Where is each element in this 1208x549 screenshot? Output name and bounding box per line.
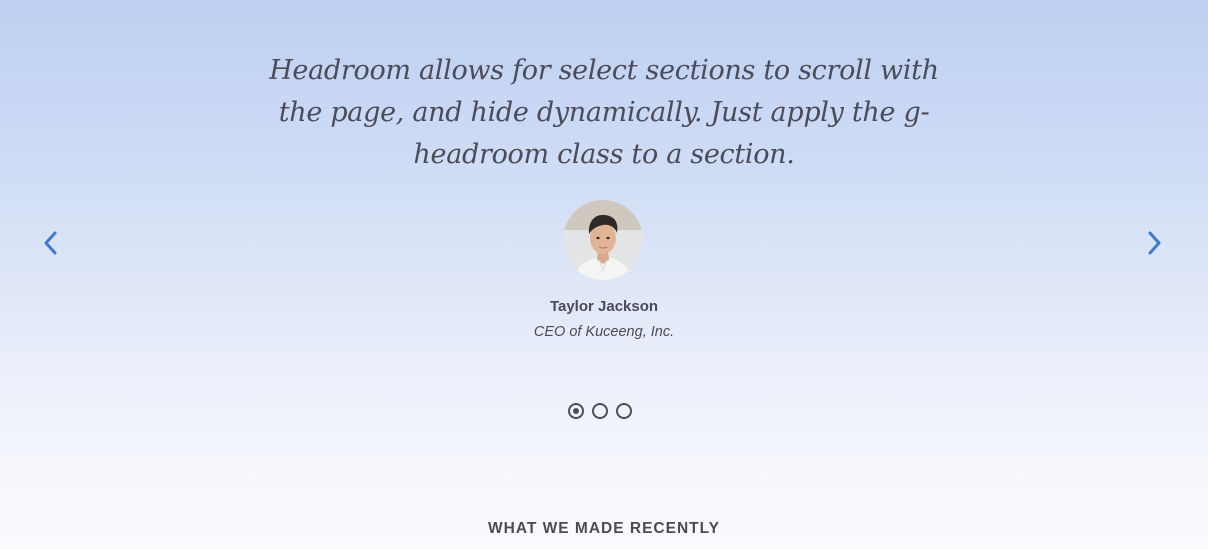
chevron-left-icon [44,231,57,255]
carousel-dot-2[interactable] [592,403,608,419]
carousel-prev-button[interactable] [34,226,68,260]
testimonial-quote: Headroom allows for select sections to s… [269,55,939,170]
person-title: CEO of Kuceeng, Inc. [533,324,675,340]
chevron-right-icon [1148,231,1161,255]
carousel-next-button[interactable] [1137,226,1171,260]
testimonial-carousel: Headroom allows for select sections to s… [0,0,1208,460]
person-name: Taylor Jackson [549,298,659,315]
section-heading: WHAT WE MADE RECENTLY [488,519,720,537]
carousel-dot-3[interactable] [616,403,632,419]
avatar [563,200,643,280]
carousel-dot-1[interactable] [568,403,584,419]
carousel-pagination [568,403,632,425]
